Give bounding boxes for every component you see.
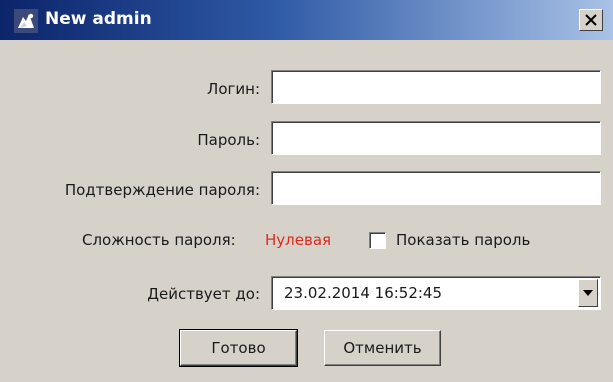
close-button[interactable] [579,9,603,31]
new-admin-dialog: New admin Логин: Пароль: Подтверждение п… [0,0,613,382]
confirm-password-label: Подтверждение пароля: [64,181,260,199]
login-label: Логин: [207,80,260,98]
password-input[interactable] [271,121,601,155]
window-title: New admin [45,9,152,29]
valid-until-select[interactable]: 23.02.2014 16:52:45 [271,276,601,310]
title-bar[interactable]: New admin [0,0,613,40]
app-logo-icon [14,9,38,33]
login-input[interactable] [271,70,601,104]
password-label: Пароль: [197,131,260,149]
show-password-label[interactable]: Показать пароль [396,231,530,249]
ok-button[interactable]: Готово [179,329,298,367]
chevron-down-icon [583,290,593,296]
cancel-button[interactable]: Отменить [324,330,441,366]
show-password-checkbox[interactable] [369,232,386,249]
confirm-password-input[interactable] [271,171,601,205]
valid-until-value: 23.02.2014 16:52:45 [284,284,443,302]
dropdown-button[interactable] [578,279,598,307]
password-complexity-label: Сложность пароля: [82,231,236,249]
password-complexity-value: Нулевая [265,231,332,249]
valid-until-label: Действует до: [147,285,260,303]
close-icon [585,14,597,26]
